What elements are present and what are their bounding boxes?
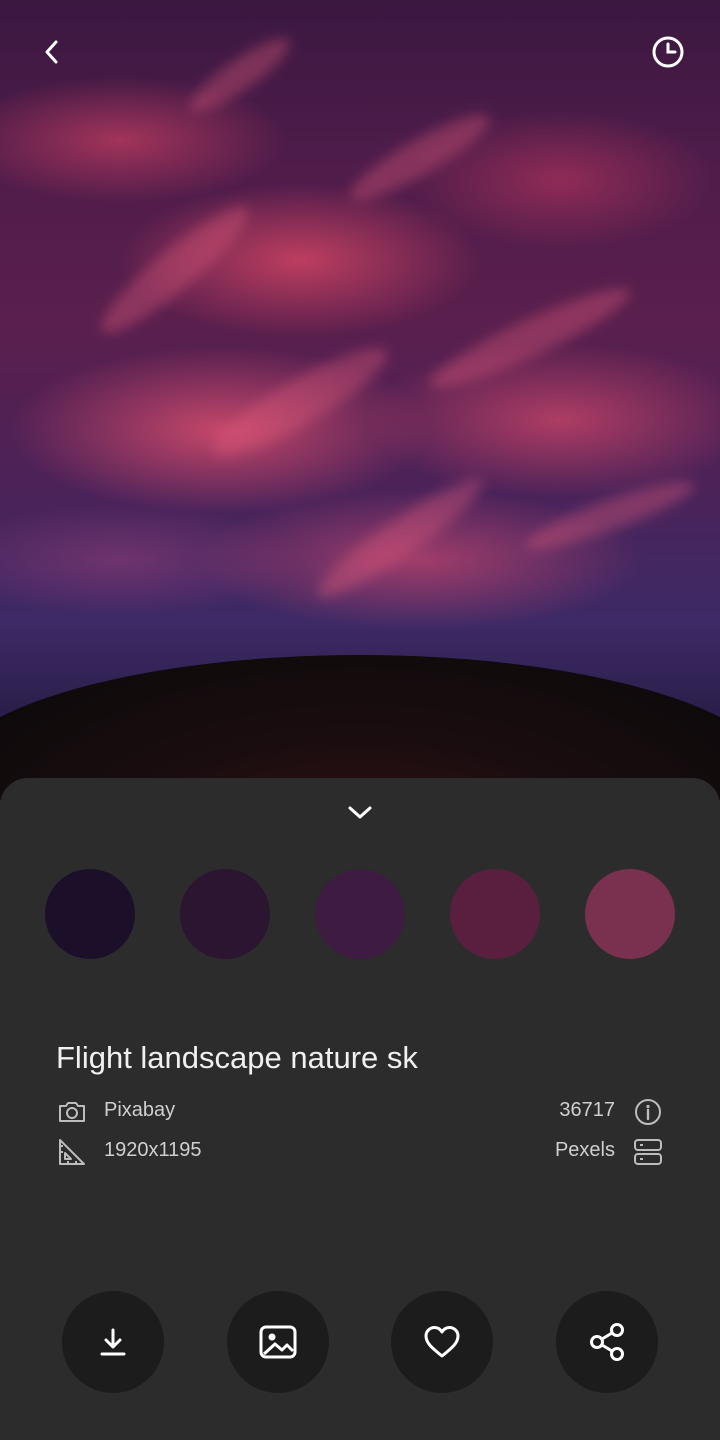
server-icon: [634, 1139, 662, 1165]
wallpaper-title: Flight landscape nature sk: [56, 1040, 418, 1075]
resolution-icon: [59, 1139, 85, 1165]
color-swatch[interactable]: [585, 869, 675, 959]
color-swatch[interactable]: [450, 869, 540, 959]
download-button[interactable]: [62, 1291, 164, 1393]
chevron-left-icon: [45, 40, 58, 64]
color-swatch[interactable]: [315, 869, 405, 959]
share-button[interactable]: [556, 1291, 658, 1393]
set-wallpaper-icon: [259, 1325, 297, 1359]
provider-label: Pexels: [554, 1139, 615, 1161]
color-swatch[interactable]: [180, 869, 270, 959]
source-label: Pixabay: [104, 1099, 176, 1121]
share-icon: [590, 1323, 624, 1361]
back-button[interactable]: [30, 30, 74, 74]
info-icon[interactable]: [632, 1096, 664, 1128]
download-icon: [100, 1328, 126, 1356]
favorite-button[interactable]: [391, 1291, 493, 1393]
collapse-sheet-button[interactable]: [340, 800, 380, 826]
color-swatch[interactable]: [45, 869, 135, 959]
chevron-down-icon: [348, 806, 372, 819]
history-button[interactable]: [646, 30, 690, 74]
wallpaper-preview: [0, 0, 720, 800]
camera-icon: [59, 1102, 85, 1122]
view-count: 36717: [559, 1099, 615, 1121]
favorite-icon: [424, 1326, 460, 1358]
set-wallpaper-button[interactable]: [227, 1291, 329, 1393]
clock-icon: [652, 36, 684, 68]
resolution-label: 1920x1195: [104, 1139, 202, 1161]
